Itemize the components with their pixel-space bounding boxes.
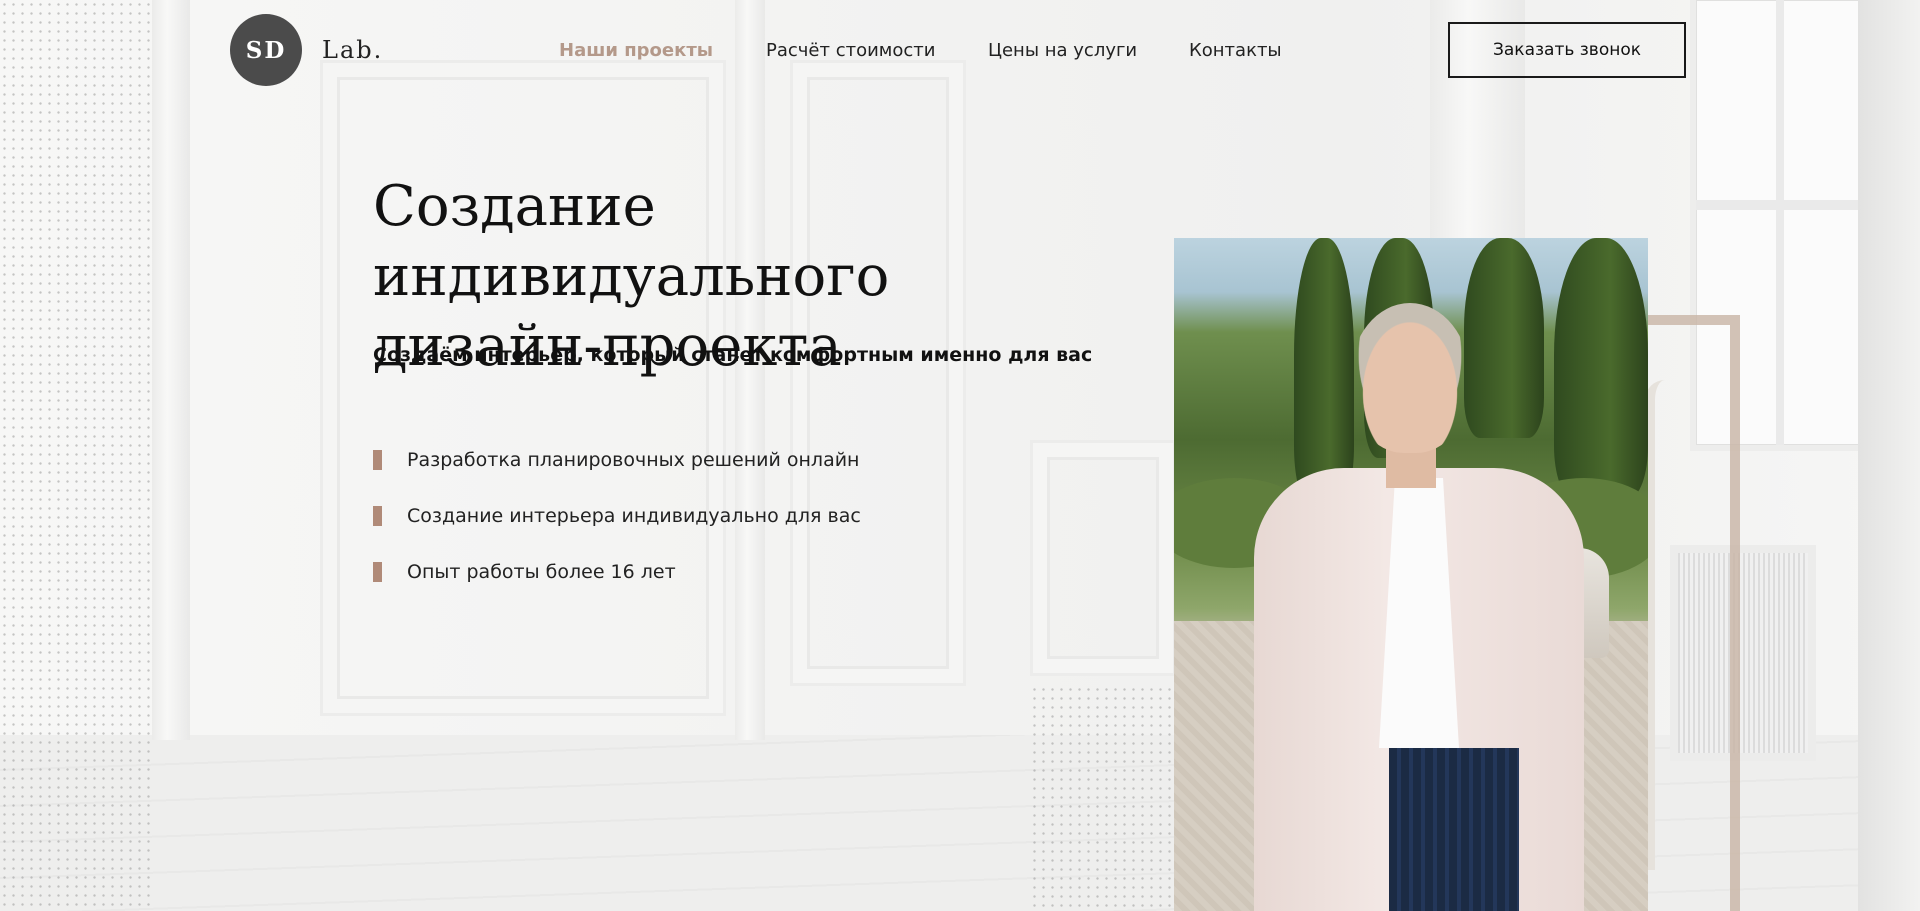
feature-list: Разработка планировочных решений онлайн … [373,432,861,600]
feature-item: Опыт работы более 16 лет [373,544,861,600]
hero-subtitle: Создаём интерьер, который станет комфорт… [373,344,1093,366]
dot-pattern-left [0,0,152,911]
bullet-marker [373,562,382,582]
logo[interactable]: SD Lab. [230,14,383,86]
feature-text: Разработка планировочных решений онлайн [407,449,860,471]
feature-item: Разработка планировочных решений онлайн [373,432,861,488]
dot-pattern-middle [1030,685,1178,911]
feature-item: Создание интерьера индивидуально для вас [373,488,861,544]
person-skirt [1389,748,1519,911]
nav-item-cost-calculation[interactable]: Расчёт стоимости [766,40,935,61]
designer-photo [1174,238,1648,911]
nav-item-projects[interactable]: Наши проекты [559,40,713,61]
bullet-marker [373,450,382,470]
tree [1464,238,1544,438]
wall-pillar [1858,0,1920,911]
wall-panel [1030,440,1176,676]
bullet-marker [373,506,382,526]
order-call-button[interactable]: Заказать звонок [1448,22,1686,78]
person-head [1350,303,1470,453]
nav-item-prices[interactable]: Цены на услуги [988,40,1137,61]
feature-text: Опыт работы более 16 лет [407,561,676,583]
logo-text: Lab. [322,36,384,64]
hero-title-line-1: Создание индивидуального [373,174,890,309]
logo-monogram: SD [230,14,302,86]
wall-panel [320,60,726,716]
feature-text: Создание интерьера индивидуально для вас [407,505,861,527]
nav-item-contacts[interactable]: Контакты [1189,40,1282,61]
tree [1554,238,1648,498]
wall-column [152,0,190,740]
tree [1294,238,1354,498]
